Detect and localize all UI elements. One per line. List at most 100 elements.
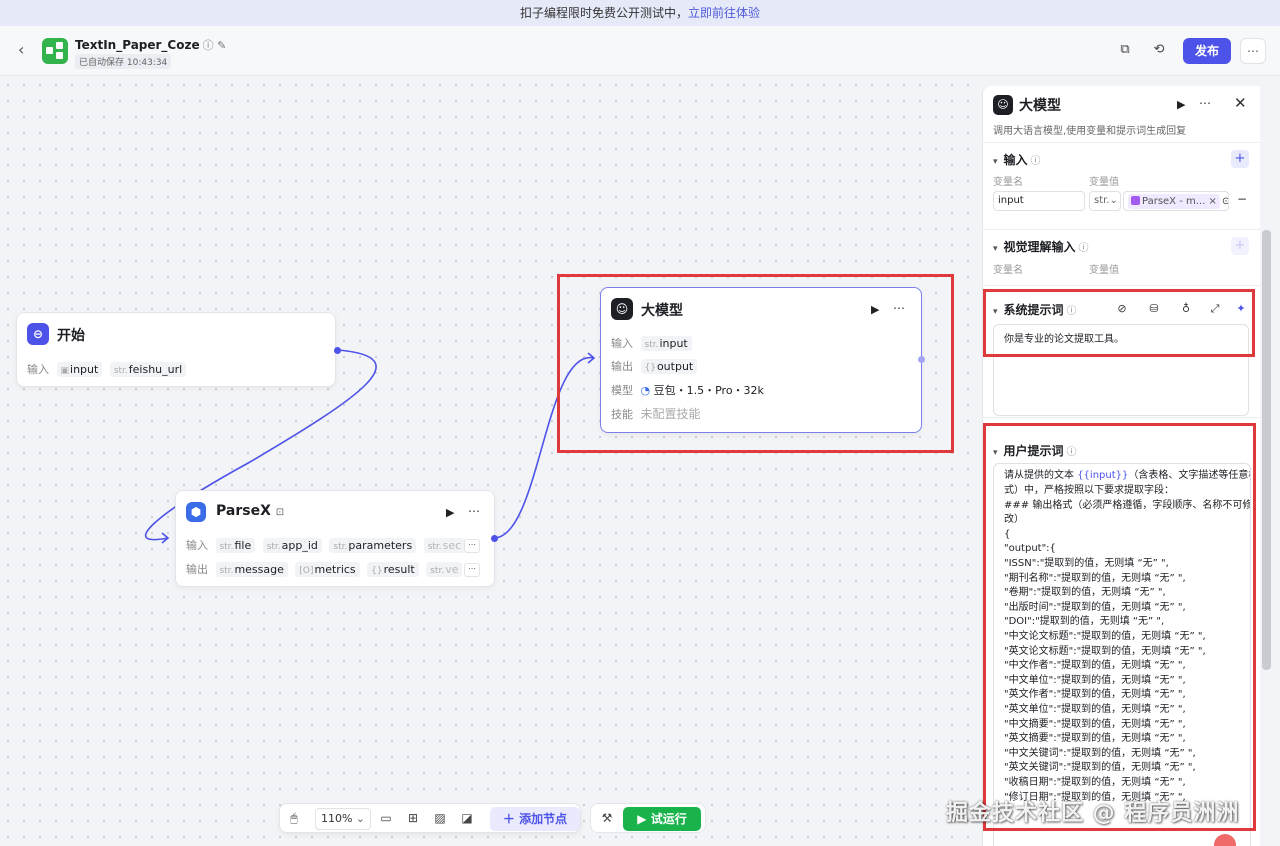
workflow-canvas[interactable]: ⊖ 开始 输入 ▣input str.feishu_url ⬢ ParseX ⊡…: [0, 77, 982, 846]
more-menu-button[interactable]: ⋯: [1240, 38, 1266, 64]
banner-text: 扣子编程限时免费公开测试中，: [519, 6, 688, 20]
connection-wires: [144, 349, 596, 544]
banner-link[interactable]: 立即前往体验: [688, 6, 760, 20]
input-name-field[interactable]: input: [993, 191, 1085, 211]
node-more-icon[interactable]: ⋯: [468, 504, 481, 518]
zoom-select[interactable]: 110% ⌄: [315, 808, 371, 830]
start-node-icon: ⊖: [27, 323, 49, 345]
highlight-box-system-prompt: [983, 289, 1255, 357]
var-name: parameters: [348, 539, 413, 552]
parsex-outputs: 输出 str.message [O]metrics {}result str.v…: [186, 561, 466, 581]
chevron-down-icon: ▾: [993, 244, 998, 254]
panel-scrollbar[interactable]: [1262, 230, 1271, 670]
promo-banner: 扣子编程限时免费公开测试中，立即前往体验: [0, 0, 1280, 26]
input-type-select[interactable]: str.⌄: [1089, 191, 1121, 211]
var-tag: str.file: [215, 538, 256, 553]
layout-icon[interactable]: ⊞: [405, 811, 421, 825]
start-node[interactable]: ⊖ 开始 输入 ▣input str.feishu_url: [16, 312, 336, 387]
var-name: ve: [445, 563, 459, 576]
start-node-inputs: 输入 ▣input str.feishu_url: [27, 361, 190, 381]
ref-text: ParseX - m...: [1142, 196, 1206, 207]
col-name-label: 变量名: [993, 177, 1023, 188]
minimap-icon[interactable]: ▨: [432, 811, 448, 825]
var-name: sec: [442, 539, 462, 552]
settings-icon[interactable]: ⊙: [1222, 196, 1228, 207]
add-vision-input-button[interactable]: +: [1231, 237, 1249, 255]
var-tag: str.feishu_url: [109, 362, 187, 377]
input-section-title[interactable]: ▾ 输入 ⓘ: [993, 151, 1041, 168]
input-label: 输入: [27, 363, 49, 376]
var-tag: {}result: [367, 562, 419, 577]
mouse-mode-icon[interactable]: 🖱: [286, 811, 302, 826]
zoom-value: 110%: [321, 812, 353, 825]
project-title: TextIn_Paper_Coze ⓘ ✎: [75, 37, 226, 53]
play-icon: ▶: [637, 812, 647, 826]
plugin-icon: ⊡: [275, 507, 285, 518]
add-node-button[interactable]: ＋ 添加节点: [490, 807, 580, 831]
run-node-icon[interactable]: ▶: [1177, 98, 1185, 111]
var-tag: str.app_id: [262, 538, 322, 553]
parsex-title-text: ParseX: [216, 503, 271, 519]
info-icon: ⓘ: [1078, 243, 1089, 254]
var-type: str.: [113, 366, 128, 376]
history-icon[interactable]: ⟲: [1150, 42, 1168, 60]
start-node-title: 开始: [57, 328, 85, 344]
parsex-node[interactable]: ⬢ ParseX ⊡ ▶ ⋯ 输入 str.file str.app_id st…: [175, 490, 495, 587]
var-tag: ▣input: [56, 362, 103, 377]
parsex-output-port[interactable]: [491, 535, 498, 542]
var-name: input: [70, 363, 99, 376]
test-run-button[interactable]: ▶ 试运行: [623, 807, 701, 831]
image-type-icon: ▣: [60, 366, 70, 376]
project-name: TextIn_Paper_Coze: [75, 38, 200, 52]
chevron-down-icon: ▾: [993, 157, 998, 167]
close-icon[interactable]: ✕: [1234, 94, 1247, 112]
wrench-icon[interactable]: ⚒: [599, 811, 615, 825]
back-icon[interactable]: ‹: [18, 40, 24, 59]
input-value-ref[interactable]: ParseX - m... ×⊙: [1123, 191, 1229, 211]
panel-more-icon[interactable]: ⋯: [1199, 96, 1212, 110]
project-logo-icon: [42, 38, 68, 64]
plugin-ref-icon: [1131, 196, 1140, 205]
var-type: str.: [219, 542, 234, 552]
panel-description: 调用大语言模型,使用变量和提示词生成回复: [993, 126, 1187, 137]
parsex-inputs: 输入 str.file str.app_id str.parameters st…: [186, 537, 466, 557]
section-label: 视觉理解输入: [1003, 240, 1076, 254]
col-value-label: 变量值: [1089, 177, 1119, 188]
plus-icon: ＋: [502, 812, 515, 826]
run-toolbar: ⚒ ▶ 试运行: [590, 803, 706, 833]
comment-icon[interactable]: ▭: [378, 811, 394, 825]
top-bar: ‹ TextIn_Paper_Coze ⓘ ✎ 已自动保存 10:43:34 ⧉ …: [0, 26, 1280, 76]
info-edit-icons[interactable]: ⓘ ✎: [203, 39, 227, 52]
var-name: app_id: [281, 539, 318, 552]
var-type: str.: [266, 542, 281, 552]
expand-outputs-icon[interactable]: ⋯: [464, 563, 480, 577]
col-name-label: 变量名: [993, 265, 1023, 276]
watermark: 掘金技术社区 @ 程序员洲洲: [946, 801, 1240, 826]
run-node-icon[interactable]: ▶: [446, 506, 454, 519]
highlight-box-user-prompt: [983, 423, 1256, 831]
col-value-label: 变量值: [1089, 265, 1119, 276]
ref-chip: ParseX - m... ×: [1128, 194, 1220, 209]
remove-input-icon[interactable]: −: [1237, 192, 1247, 206]
add-input-button[interactable]: +: [1231, 150, 1249, 168]
note-icon[interactable]: ◪: [459, 811, 475, 825]
vision-section-title[interactable]: ▾ 视觉理解输入 ⓘ: [993, 238, 1089, 255]
var-tag: [O]metrics: [295, 562, 360, 577]
var-tag: str.sec: [423, 538, 466, 553]
start-output-port[interactable]: [334, 347, 341, 354]
var-type: str.: [430, 566, 445, 576]
var-type: str.: [219, 566, 234, 576]
vision-input-section: ▾ 视觉理解输入 ⓘ + 变量名 变量值: [983, 229, 1260, 285]
expand-inputs-icon[interactable]: ⋯: [464, 539, 480, 553]
section-label: 输入: [1003, 153, 1028, 167]
publish-button[interactable]: 发布: [1183, 38, 1231, 64]
info-icon: ⓘ: [1030, 156, 1041, 167]
autosave-status: 已自动保存 10:43:34: [75, 54, 172, 69]
parsex-node-icon: ⬢: [186, 502, 206, 522]
var-name: file: [234, 539, 252, 552]
chevron-down-icon: ⌄: [355, 812, 365, 825]
parsex-node-title: ParseX ⊡: [216, 503, 284, 519]
input-section: ▾ 输入 ⓘ + 变量名 变量值 input str.⌄ ParseX - m...…: [983, 142, 1260, 229]
copy-icon[interactable]: ⧉: [1116, 42, 1134, 60]
var-tag: str.ve: [426, 562, 463, 577]
